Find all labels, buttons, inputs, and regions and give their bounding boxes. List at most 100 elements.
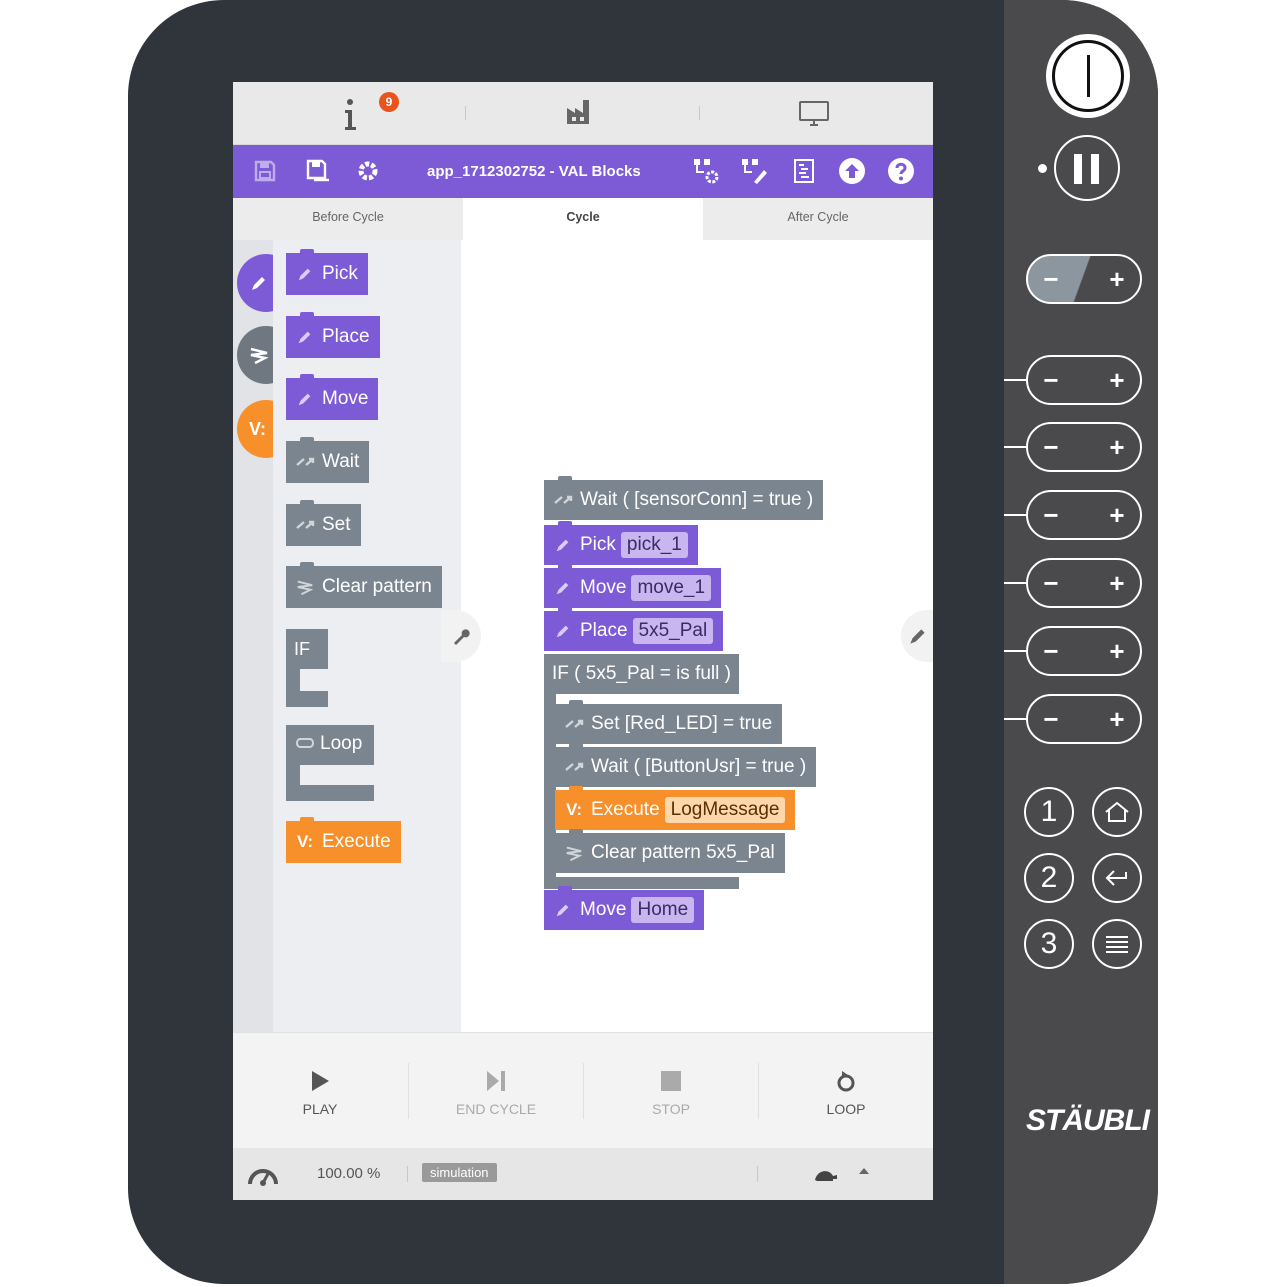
palette-move-block[interactable]: Move — [286, 374, 379, 420]
cell-button[interactable] — [563, 96, 603, 132]
jog-axis-6-button[interactable]: − + — [1026, 694, 1142, 744]
palette-loop-label: Loop — [320, 733, 363, 754]
pick-block[interactable]: Pick pick_1 — [544, 521, 698, 565]
skip-end-icon — [487, 1071, 505, 1091]
key-3-button[interactable]: 3 — [1024, 919, 1074, 969]
toolbox-toggle-button[interactable] — [441, 610, 481, 662]
status-led-dot — [1038, 164, 1047, 173]
settings-button[interactable] — [353, 156, 383, 186]
document-code-icon — [794, 159, 814, 183]
jog-axis-3-button[interactable]: − + — [1026, 490, 1142, 540]
touch-screen: 9 app_1712302752 - VAL Blocks Before Cyc… — [233, 82, 933, 1200]
palette-if-block[interactable]: IF — [286, 629, 328, 707]
expand-arrow-button[interactable] — [859, 1168, 869, 1174]
tab-before-cycle[interactable]: Before Cycle — [233, 198, 463, 240]
cycle-tabs: Before Cycle Cycle After Cycle — [233, 198, 933, 240]
mode-badge: simulation — [422, 1163, 497, 1182]
palette-set-block[interactable]: Set — [286, 500, 361, 546]
palette-wait-block[interactable]: Wait — [286, 437, 370, 483]
pen-icon — [552, 900, 574, 920]
move-target-field[interactable]: move_1 — [631, 575, 712, 601]
speed-value[interactable]: 100.00 % — [317, 1165, 380, 1182]
tab-cycle[interactable]: Cycle — [463, 198, 703, 240]
clear-pattern-block[interactable]: Clear pattern 5x5_Pal — [555, 829, 785, 873]
cycle-controls: PLAY END CYCLE STOP LOOP — [233, 1032, 933, 1149]
place-block[interactable]: Place 5x5_Pal — [544, 607, 724, 651]
status-bar: 100.00 % simulation — [233, 1148, 933, 1200]
palette-clear-pattern-block[interactable]: Clear pattern — [286, 562, 442, 608]
axis5-tick — [1004, 650, 1026, 652]
move-block[interactable]: Move move_1 — [544, 564, 722, 608]
wait-button-block[interactable]: Wait ( [ButtonUsr] = true ) — [555, 743, 817, 787]
brand-logo: STÄUBLI — [1026, 1104, 1150, 1137]
speed-rocker-button[interactable]: − + — [1026, 254, 1142, 304]
io-config-button[interactable] — [691, 156, 721, 186]
back-button[interactable] — [1092, 853, 1142, 903]
palette-if-label: IF — [294, 639, 310, 659]
pattern-icon — [294, 577, 316, 597]
io-arrows-icon — [294, 515, 316, 535]
help-button[interactable] — [886, 156, 916, 186]
loop-icon — [296, 738, 314, 748]
blocks-workspace[interactable]: Wait ( [sensorConn] = true ) Pick pick_1 … — [441, 240, 933, 1032]
palette-execute-block[interactable]: V: Execute — [286, 817, 401, 863]
palette-place-block[interactable]: Place — [286, 312, 380, 358]
app-title: app_1712302752 - VAL Blocks — [427, 163, 641, 180]
io-edit-button[interactable] — [739, 156, 769, 186]
display-button[interactable] — [797, 98, 837, 132]
save-button[interactable] — [250, 156, 280, 186]
io-arrows-icon — [294, 452, 316, 472]
network-gear-icon — [694, 159, 719, 184]
return-icon — [1105, 870, 1127, 886]
pause-button[interactable] — [1054, 135, 1120, 201]
loop-button[interactable]: LOOP — [759, 1053, 933, 1129]
io-arrows-icon — [552, 490, 574, 510]
play-icon — [312, 1071, 329, 1091]
pick-target-field[interactable]: pick_1 — [620, 532, 688, 558]
key-1-button[interactable]: 1 — [1024, 787, 1074, 837]
play-button[interactable]: PLAY — [233, 1053, 407, 1129]
execute-block[interactable]: V: Execute LogMessage — [555, 786, 796, 830]
upload-button[interactable] — [837, 156, 867, 186]
jog-axis-2-button[interactable]: − + — [1026, 422, 1142, 472]
gear-icon — [358, 161, 378, 181]
turtle-icon — [815, 1171, 837, 1181]
block-palette: Pick Place Move Wait Set Clear pattern I… — [273, 240, 461, 1032]
menu-icon — [1106, 936, 1128, 953]
end-cycle-button[interactable]: END CYCLE — [409, 1053, 583, 1129]
jog-axis-1-button[interactable]: − + — [1026, 355, 1142, 405]
jog-axis-5-button[interactable]: − + — [1026, 626, 1142, 676]
move-home-block[interactable]: Move Home — [544, 886, 705, 930]
power-button[interactable] — [1046, 34, 1130, 118]
axis4-tick — [1004, 582, 1026, 584]
code-view-button[interactable] — [789, 156, 819, 186]
speed-minus: − — [1043, 264, 1059, 294]
home-button[interactable] — [1092, 787, 1142, 837]
if-condition-label: IF ( 5x5_Pal = is full ) — [552, 663, 731, 684]
pause-icon — [1074, 154, 1100, 184]
palette-loop-block[interactable]: Loop — [286, 725, 374, 803]
jog-axis-4-button[interactable]: − + — [1026, 558, 1142, 608]
tab-after-cycle[interactable]: After Cycle — [703, 198, 933, 240]
set-led-block[interactable]: Set [Red_LED] = true — [555, 700, 783, 744]
pen-icon — [294, 264, 316, 284]
pen-icon — [552, 535, 574, 555]
stop-button[interactable]: STOP — [584, 1053, 758, 1129]
execute-target-field[interactable]: LogMessage — [664, 797, 786, 823]
wrench-icon — [454, 629, 470, 645]
axis2-tick — [1004, 446, 1026, 448]
info-button[interactable]: 9 — [333, 92, 399, 134]
save-as-button[interactable] — [303, 156, 333, 186]
save-as-icon — [306, 159, 329, 182]
app-title-bar: app_1712302752 - VAL Blocks — [233, 145, 933, 198]
factory-icon — [567, 100, 589, 124]
menu-button[interactable] — [1092, 919, 1142, 969]
palette-pick-block[interactable]: Pick — [286, 249, 368, 295]
place-target-field[interactable]: 5x5_Pal — [632, 618, 714, 644]
move-home-target-field[interactable]: Home — [631, 897, 695, 923]
key-2-button[interactable]: 2 — [1024, 853, 1074, 903]
properties-toggle-button[interactable] — [901, 610, 933, 662]
pattern-icon — [563, 843, 585, 863]
wait-sensor-block[interactable]: Wait ( [sensorConn] = true ) — [544, 476, 824, 520]
val-icon: V: — [296, 832, 314, 851]
